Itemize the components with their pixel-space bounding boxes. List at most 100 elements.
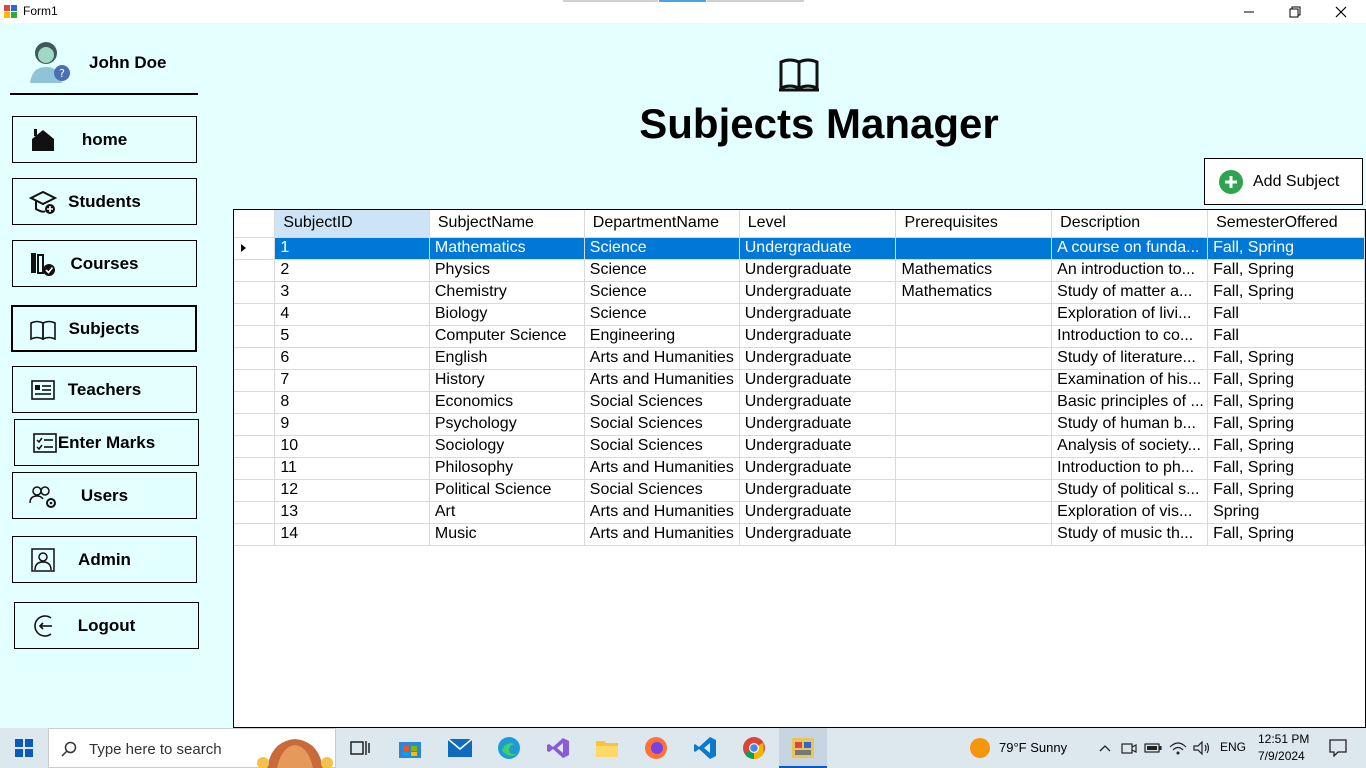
table-cell[interactable]: Fall bbox=[1207, 303, 1365, 326]
row-header[interactable] bbox=[234, 391, 276, 414]
table-row[interactable]: 9 Psychology Social Sciences Undergraduate S… bbox=[234, 413, 1365, 436]
table-cell[interactable]: 14 bbox=[274, 523, 430, 546]
table-cell[interactable]: Science bbox=[584, 237, 740, 260]
table-cell[interactable] bbox=[895, 237, 1053, 260]
row-header[interactable] bbox=[234, 413, 276, 436]
table-cell[interactable]: 12 bbox=[274, 479, 430, 502]
table-row[interactable]: 1 Mathematics Science Undergraduate A course… bbox=[234, 237, 1365, 260]
weather-widget-icon-wrap[interactable] bbox=[966, 728, 994, 768]
table-row[interactable]: 6 English Arts and Humanities Undergraduate… bbox=[234, 347, 1365, 370]
taskbar-visual-studio[interactable] bbox=[538, 728, 578, 768]
table-cell[interactable]: Fall, Spring bbox=[1207, 435, 1365, 458]
col-header-departmentname[interactable]: DepartmentName bbox=[584, 210, 740, 238]
table-row[interactable]: 5 Computer Science Engineering Undergraduat… bbox=[234, 325, 1365, 348]
table-cell[interactable]: Undergraduate bbox=[739, 325, 897, 348]
table-cell[interactable]: 13 bbox=[274, 501, 430, 524]
close-button[interactable] bbox=[1318, 0, 1364, 23]
table-cell[interactable]: Music bbox=[429, 523, 585, 546]
table-cell[interactable]: Study of political s... bbox=[1051, 479, 1209, 502]
table-cell[interactable]: 11 bbox=[274, 457, 430, 480]
row-header[interactable] bbox=[234, 457, 276, 480]
nav-users-button[interactable]: Users bbox=[12, 472, 197, 519]
table-cell[interactable]: Social Sciences bbox=[584, 435, 740, 458]
table-row[interactable]: 11 Philosophy Arts and Humanities Undergrad… bbox=[234, 457, 1365, 480]
table-cell[interactable]: 6 bbox=[274, 347, 430, 370]
table-cell[interactable]: 5 bbox=[274, 325, 430, 348]
table-cell[interactable]: Biology bbox=[429, 303, 585, 326]
table-cell[interactable]: Physics bbox=[429, 259, 585, 282]
table-cell[interactable]: Undergraduate bbox=[739, 281, 897, 304]
tray-overflow-button[interactable] bbox=[1094, 728, 1116, 768]
table-cell[interactable] bbox=[895, 501, 1053, 524]
table-cell[interactable]: 8 bbox=[274, 391, 430, 414]
table-cell[interactable]: A course on funda... bbox=[1051, 237, 1209, 260]
taskbar-chrome[interactable] bbox=[734, 728, 774, 768]
table-cell[interactable]: 4 bbox=[274, 303, 430, 326]
row-header[interactable] bbox=[234, 435, 276, 458]
start-button[interactable] bbox=[0, 728, 48, 768]
table-cell[interactable]: Undergraduate bbox=[739, 391, 897, 414]
table-cell[interactable]: Spring bbox=[1207, 501, 1365, 524]
minimize-button[interactable] bbox=[1226, 0, 1272, 23]
table-row[interactable]: 14 Music Arts and Humanities Undergraduate S… bbox=[234, 523, 1365, 546]
taskbar-form1-app[interactable] bbox=[779, 728, 827, 768]
table-cell[interactable]: Psychology bbox=[429, 413, 585, 436]
table-cell[interactable] bbox=[895, 435, 1053, 458]
table-cell[interactable]: Exploration of livi... bbox=[1051, 303, 1209, 326]
table-cell[interactable]: Arts and Humanities bbox=[584, 523, 740, 546]
table-cell[interactable]: 7 bbox=[274, 369, 430, 392]
table-cell[interactable]: Fall, Spring bbox=[1207, 391, 1365, 414]
table-cell[interactable]: Arts and Humanities bbox=[584, 457, 740, 480]
table-cell[interactable]: Introduction to ph... bbox=[1051, 457, 1209, 480]
table-cell[interactable] bbox=[895, 479, 1053, 502]
restore-button[interactable] bbox=[1272, 0, 1318, 23]
nav-subjects-button[interactable]: Subjects bbox=[11, 305, 197, 352]
taskbar-vscode[interactable] bbox=[685, 728, 725, 768]
col-header-prerequisites[interactable]: Prerequisites bbox=[895, 210, 1053, 238]
table-cell[interactable]: Mathematics bbox=[895, 259, 1053, 282]
row-header[interactable] bbox=[234, 501, 276, 524]
table-cell[interactable]: Fall, Spring bbox=[1207, 259, 1365, 282]
nav-students-button[interactable]: Students bbox=[12, 178, 197, 225]
table-cell[interactable]: Social Sciences bbox=[584, 479, 740, 502]
taskbar-mail[interactable] bbox=[440, 728, 480, 768]
table-cell[interactable]: Undergraduate bbox=[739, 479, 897, 502]
table-cell[interactable]: Study of music th... bbox=[1051, 523, 1209, 546]
table-cell[interactable]: Arts and Humanities bbox=[584, 501, 740, 524]
table-cell[interactable]: Sociology bbox=[429, 435, 585, 458]
table-row[interactable]: 2 Physics Science Undergraduate Mathematics A… bbox=[234, 259, 1365, 282]
table-cell[interactable]: Study of human b... bbox=[1051, 413, 1209, 436]
table-cell[interactable]: Fall, Spring bbox=[1207, 413, 1365, 436]
table-cell[interactable]: English bbox=[429, 347, 585, 370]
table-cell[interactable]: Fall, Spring bbox=[1207, 523, 1365, 546]
row-header[interactable] bbox=[234, 281, 276, 304]
nav-home-button[interactable]: home bbox=[12, 116, 197, 163]
taskbar-store[interactable] bbox=[390, 728, 430, 768]
row-header[interactable] bbox=[234, 347, 276, 370]
table-cell[interactable]: Undergraduate bbox=[739, 369, 897, 392]
table-cell[interactable]: Undergraduate bbox=[739, 259, 897, 282]
table-cell[interactable] bbox=[895, 391, 1053, 414]
table-cell[interactable]: Economics bbox=[429, 391, 585, 414]
table-row[interactable]: 12 Political Science Social Sciences Underg… bbox=[234, 479, 1365, 502]
nav-teachers-button[interactable]: Teachers bbox=[12, 366, 197, 413]
tray-volume-button[interactable] bbox=[1190, 728, 1214, 768]
table-cell[interactable]: Fall, Spring bbox=[1207, 457, 1365, 480]
col-header-subjectname[interactable]: SubjectName bbox=[429, 210, 585, 238]
table-cell[interactable]: Undergraduate bbox=[739, 435, 897, 458]
table-cell[interactable]: Political Science bbox=[429, 479, 585, 502]
table-cell[interactable]: 3 bbox=[274, 281, 430, 304]
table-cell[interactable]: Science bbox=[584, 281, 740, 304]
table-cell[interactable]: Fall, Spring bbox=[1207, 479, 1365, 502]
table-cell[interactable]: Science bbox=[584, 303, 740, 326]
subjects-grid[interactable]: SubjectID SubjectName DepartmentName Lev… bbox=[233, 209, 1366, 728]
task-view-button[interactable] bbox=[340, 728, 380, 768]
add-subject-button[interactable]: Add Subject bbox=[1204, 158, 1363, 205]
row-header[interactable] bbox=[234, 523, 276, 546]
table-cell[interactable]: Undergraduate bbox=[739, 457, 897, 480]
row-header[interactable] bbox=[234, 325, 276, 348]
taskbar-file-explorer[interactable] bbox=[587, 728, 627, 768]
table-cell[interactable]: Fall, Spring bbox=[1207, 347, 1365, 370]
table-row[interactable]: 3 Chemistry Science Undergraduate Mathematic… bbox=[234, 281, 1365, 304]
col-header-semesteroffered[interactable]: SemesterOffered bbox=[1207, 210, 1365, 238]
